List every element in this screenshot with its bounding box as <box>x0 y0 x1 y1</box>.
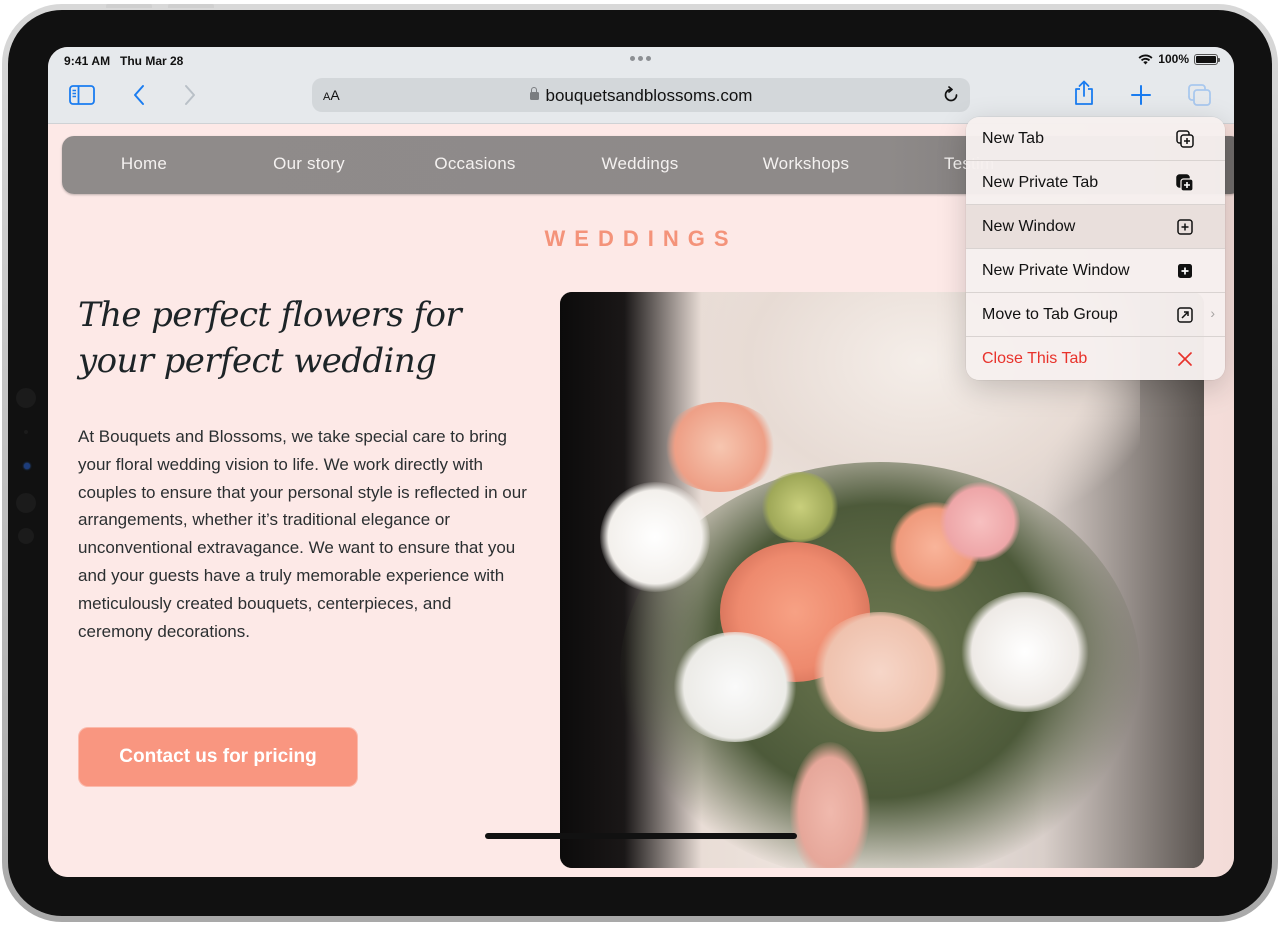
multitasking-dots[interactable] <box>630 56 651 61</box>
contact-pricing-button[interactable]: Contact us for pricing <box>78 727 358 787</box>
nav-workshops[interactable]: Workshops <box>763 154 850 174</box>
new-tab-button[interactable] <box>1127 81 1155 109</box>
reload-button[interactable] <box>940 84 962 106</box>
lock-icon <box>529 87 539 100</box>
new-window-icon <box>1175 217 1195 237</box>
home-indicator[interactable] <box>485 833 797 839</box>
sidebar-button[interactable] <box>68 81 96 109</box>
page-headline: The perfect flowers for your perfect wed… <box>78 292 462 384</box>
nav-occasions[interactable]: Occasions <box>434 154 515 174</box>
side-sensor <box>18 528 34 544</box>
battery-percentage: 100% <box>1158 52 1189 66</box>
tabs-overview-button[interactable] <box>1186 81 1214 109</box>
move-to-tab-group-icon <box>1175 305 1195 325</box>
safari-toolbar: 9:41 AM Thu Mar 28 100% AA bouquetsandbl… <box>48 47 1234 124</box>
menu-item-label: New Window <box>982 217 1076 235</box>
reload-icon <box>944 86 958 102</box>
menu-item-new-window[interactable]: New Window <box>966 205 1225 249</box>
url-field[interactable]: bouquetsandblossoms.com <box>312 86 970 106</box>
tabs-overview-icon <box>1188 84 1211 106</box>
front-camera <box>24 463 30 469</box>
nav-home[interactable]: Home <box>121 154 167 174</box>
menu-item-label: New Private Tab <box>982 173 1099 191</box>
side-sensor <box>16 388 36 408</box>
volume-button <box>168 4 214 8</box>
wifi-icon <box>1138 54 1153 64</box>
menu-item-label: Move to Tab Group <box>982 305 1118 323</box>
plus-icon <box>1131 85 1151 105</box>
menu-item-label: New Tab <box>982 129 1044 147</box>
headline-line: your perfect wedding <box>78 341 437 381</box>
menu-item-label: New Private Window <box>982 261 1130 279</box>
address-bar[interactable]: AA bouquetsandblossoms.com <box>312 78 970 112</box>
new-tab-icon <box>1175 129 1195 149</box>
menu-item-new-tab[interactable]: New Tab <box>966 117 1225 161</box>
sidebar-icon <box>69 85 95 105</box>
menu-item-label: Close This Tab <box>982 349 1088 367</box>
menu-item-move-to-tab-group[interactable]: Move to Tab Group › <box>966 293 1225 337</box>
menu-item-close-this-tab[interactable]: Close This Tab <box>966 337 1225 380</box>
status-right: 100% <box>1138 52 1220 66</box>
status-date: Thu Mar 28 <box>120 54 184 68</box>
volume-button <box>106 4 152 8</box>
new-tab-menu: New Tab New Private Tab New Window New P… <box>966 117 1225 380</box>
side-sensor <box>16 493 36 513</box>
new-private-tab-icon <box>1175 173 1195 193</box>
menu-item-new-private-window[interactable]: New Private Window <box>966 249 1225 293</box>
share-button[interactable] <box>1070 79 1098 107</box>
screen: 9:41 AM Thu Mar 28 100% AA bouquetsandbl… <box>48 47 1234 877</box>
forward-button[interactable] <box>176 81 204 109</box>
headline-line: The perfect flowers for <box>78 295 462 335</box>
nav-our-story[interactable]: Our story <box>273 154 345 174</box>
chevron-right-icon <box>185 85 195 105</box>
status-time: 9:41 AM <box>64 54 111 68</box>
chevron-left-icon <box>134 85 144 105</box>
side-sensor <box>24 430 28 434</box>
share-icon <box>1075 80 1093 105</box>
url-text: bouquetsandblossoms.com <box>545 86 753 105</box>
intro-paragraph: At Bouquets and Blossoms, we take specia… <box>78 427 527 641</box>
back-button[interactable] <box>125 81 153 109</box>
chevron-right-icon: › <box>1210 305 1215 321</box>
nav-weddings[interactable]: Weddings <box>602 154 679 174</box>
menu-item-new-private-tab[interactable]: New Private Tab <box>966 161 1225 205</box>
new-private-window-icon <box>1175 261 1195 281</box>
battery-icon <box>1194 53 1220 65</box>
close-icon <box>1175 349 1195 369</box>
